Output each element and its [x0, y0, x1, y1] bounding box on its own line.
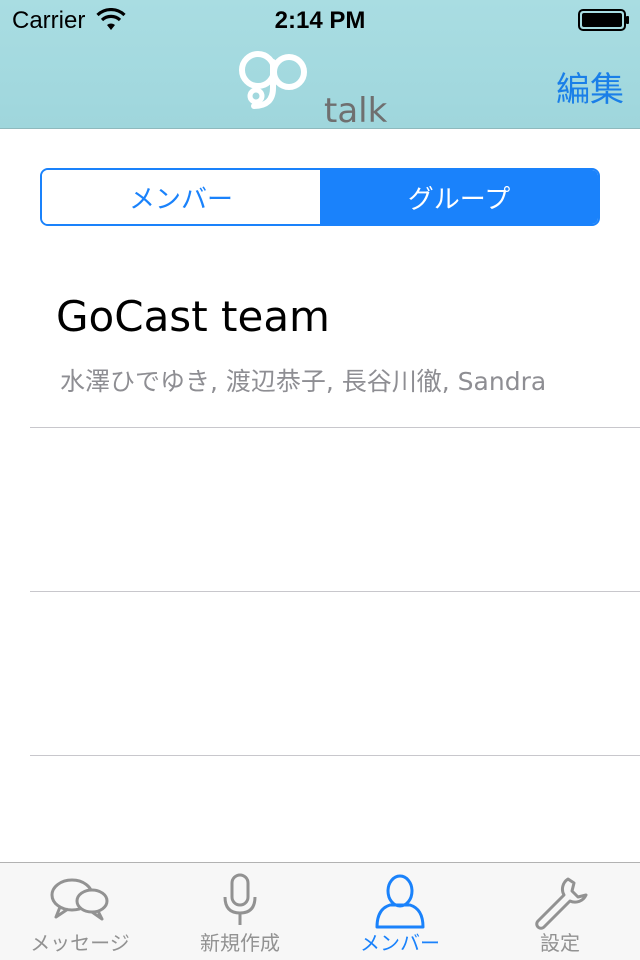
wrench-icon [535, 877, 588, 930]
navigation-bar: Carrier 2:14 PM talk 編集 [0, 0, 640, 129]
clock: 2:14 PM [274, 7, 366, 34]
svg-text:talk: talk [324, 91, 388, 126]
tab-label: メッセージ [30, 931, 130, 955]
group-name: GoCast team [56, 292, 330, 341]
list-item[interactable]: GoCast team 水澤ひでゆき, 渡辺恭子, 長谷川徹, Sandra [30, 264, 640, 428]
tab-bar: メッセージ 新規作成 メンバー 設定 [0, 862, 640, 960]
group-members: 水澤ひでゆき, 渡辺恭子, 長谷川徹, Sandra [60, 367, 547, 396]
segment-groups[interactable]: グループ [320, 170, 598, 224]
tab-settings[interactable]: 設定 [480, 863, 640, 960]
empty-row [30, 592, 640, 756]
tab-members[interactable]: メンバー [320, 863, 480, 960]
status-bar: Carrier 2:14 PM [0, 0, 640, 40]
chat-bubbles-icon [50, 878, 109, 921]
tab-new[interactable]: 新規作成 [160, 863, 320, 960]
members-groups-segmented-control: メンバー グループ [40, 168, 600, 226]
tab-label: メンバー [360, 931, 440, 955]
tab-messages[interactable]: メッセージ [0, 863, 160, 960]
microphone-icon [223, 873, 257, 925]
battery-icon [578, 9, 629, 31]
segment-members[interactable]: メンバー [42, 170, 320, 224]
tab-label: 設定 [540, 931, 580, 955]
tab-label: 新規作成 [200, 931, 280, 955]
person-icon [375, 874, 425, 929]
gotalk-logo: talk [239, 51, 388, 126]
group-list: GoCast team 水澤ひでゆき, 渡辺恭子, 長谷川徹, Sandra [0, 264, 640, 756]
edit-button[interactable]: 編集 [556, 62, 624, 111]
empty-row [30, 428, 640, 592]
